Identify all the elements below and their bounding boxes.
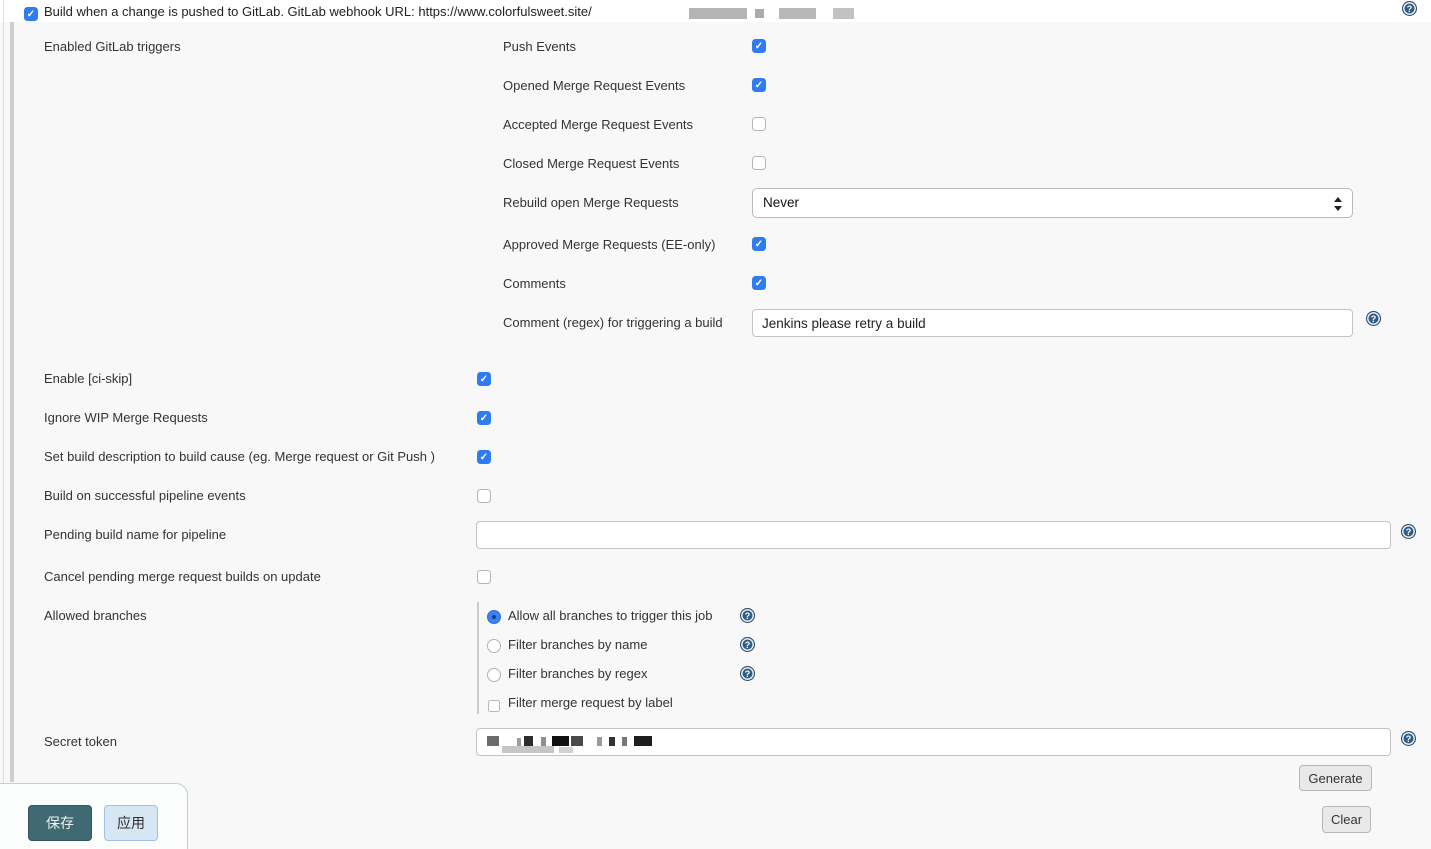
save-button[interactable]: 保存	[28, 805, 92, 841]
select-stepper-icon	[1334, 196, 1342, 212]
redacted-url-segment	[833, 8, 854, 19]
comment-regex-label: Comment (regex) for triggering a build	[503, 315, 723, 331]
help-icon[interactable]	[740, 666, 755, 681]
ci-skip-label: Enable [ci-skip]	[44, 371, 132, 387]
redacted-token-segment	[622, 737, 627, 746]
redacted-token-segment	[597, 737, 602, 746]
redacted-token-segment	[609, 737, 615, 746]
filter-branches-name-label: Filter branches by name	[508, 637, 647, 653]
clear-button[interactable]: Clear	[1322, 806, 1371, 833]
allowed-branches-divider	[477, 602, 479, 714]
rebuild-open-mr-select[interactable]: Never	[752, 188, 1353, 218]
form-left-border	[3, 0, 4, 849]
help-icon[interactable]	[1402, 1, 1417, 16]
build-trigger-label: Build when a change is pushed to GitLab.…	[44, 4, 592, 20]
comment-regex-input[interactable]	[752, 309, 1353, 337]
help-icon[interactable]	[740, 608, 755, 623]
redacted-token-segment	[634, 736, 652, 746]
help-icon[interactable]	[1366, 311, 1381, 326]
allowed-branches-label: Allowed branches	[44, 608, 147, 624]
approved-mr-label: Approved Merge Requests (EE-only)	[503, 237, 715, 253]
ignore-wip-checkbox[interactable]	[477, 411, 491, 425]
opened-mr-events-checkbox[interactable]	[752, 78, 766, 92]
help-icon[interactable]	[740, 637, 755, 652]
filter-branches-regex-radio[interactable]	[487, 668, 501, 682]
accepted-mr-events-checkbox[interactable]	[752, 117, 766, 131]
ignore-wip-label: Ignore WIP Merge Requests	[44, 410, 208, 426]
trigger-row-label: Opened Merge Request Events	[503, 78, 685, 94]
filter-mr-label-checkbox[interactable]	[488, 700, 500, 712]
trigger-row-label: Push Events	[503, 39, 576, 55]
redacted-token-segment	[487, 736, 499, 746]
approved-mr-checkbox[interactable]	[752, 237, 766, 251]
pending-build-input[interactable]	[476, 521, 1391, 549]
build-description-label: Set build description to build cause (eg…	[44, 449, 435, 465]
closed-mr-events-checkbox[interactable]	[752, 156, 766, 170]
comments-checkbox[interactable]	[752, 276, 766, 290]
push-events-checkbox[interactable]	[752, 39, 766, 53]
apply-button[interactable]: 应用	[104, 805, 158, 841]
help-icon[interactable]	[1401, 731, 1416, 746]
redacted-token-segment	[517, 738, 521, 746]
pipeline-events-label: Build on successful pipeline events	[44, 488, 246, 504]
redacted-url-segment	[779, 8, 816, 19]
trigger-row-label: Accepted Merge Request Events	[503, 117, 693, 133]
allow-all-branches-radio[interactable]	[487, 610, 501, 624]
redacted-url-segment	[755, 9, 764, 18]
comments-label: Comments	[503, 276, 566, 292]
triggers-section-label: Enabled GitLab triggers	[44, 39, 181, 55]
redacted-token-segment	[502, 746, 554, 753]
cancel-pending-checkbox[interactable]	[477, 570, 491, 584]
redacted-token-segment	[524, 736, 533, 746]
help-icon[interactable]	[1401, 524, 1416, 539]
build-trigger-checkbox[interactable]	[24, 7, 38, 21]
secret-token-label: Secret token	[44, 734, 117, 750]
filter-branches-name-radio[interactable]	[487, 639, 501, 653]
generate-button[interactable]: Generate	[1299, 765, 1372, 791]
section-indent-bar	[10, 22, 14, 782]
filter-mr-label-label: Filter merge request by label	[508, 695, 673, 711]
gitlab-trigger-config-page: Build when a change is pushed to GitLab.…	[0, 0, 1431, 849]
ci-skip-checkbox[interactable]	[477, 372, 491, 386]
trigger-row-label: Closed Merge Request Events	[503, 156, 679, 172]
redacted-token-segment	[559, 747, 573, 753]
filter-branches-regex-label: Filter branches by regex	[508, 666, 647, 682]
pending-build-label: Pending build name for pipeline	[44, 527, 226, 543]
pipeline-events-checkbox[interactable]	[477, 489, 491, 503]
redacted-token-segment	[571, 736, 583, 746]
redacted-token-segment	[541, 737, 546, 746]
rebuild-open-mr-label: Rebuild open Merge Requests	[503, 195, 679, 211]
rebuild-open-mr-selected-value: Never	[763, 195, 799, 210]
redacted-token-segment	[552, 736, 569, 746]
redacted-url-segment	[689, 8, 747, 19]
build-description-checkbox[interactable]	[477, 450, 491, 464]
cancel-pending-label: Cancel pending merge request builds on u…	[44, 569, 321, 585]
allow-all-branches-label: Allow all branches to trigger this job	[508, 608, 713, 624]
